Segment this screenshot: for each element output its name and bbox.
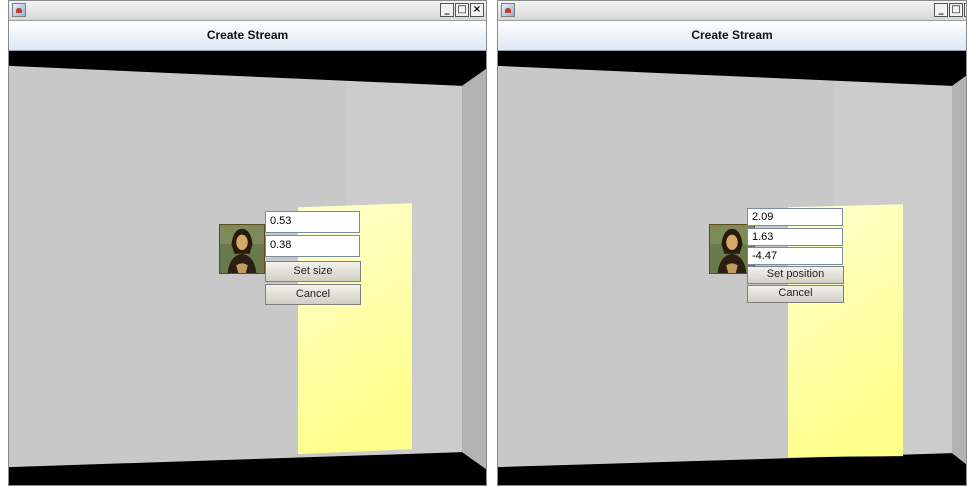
cancel-button[interactable]: Cancel (265, 284, 361, 305)
maximize-button[interactable]: □ (949, 3, 963, 17)
java-cup-icon (12, 3, 26, 17)
cancel-button[interactable]: Cancel (747, 285, 844, 303)
minimize-button[interactable]: _ (440, 3, 454, 17)
window-header-title: Create Stream (498, 21, 966, 51)
maximize-button[interactable]: □ (455, 3, 469, 17)
width-input[interactable]: 0.53 (265, 211, 360, 233)
window-controls: _ □ × (933, 3, 966, 17)
3d-room-view[interactable]: 0.53 0.38 Set size Cancel (9, 51, 486, 485)
java-cup-icon (501, 3, 515, 17)
right-wall (952, 75, 966, 465)
mona-lisa-thumbnail (219, 224, 265, 274)
window-controls: _ □ × (439, 3, 484, 17)
set-size-button[interactable]: Set size (265, 261, 361, 282)
3d-room-view[interactable]: 2.09 1.63 -4.47 Set position Cancel (498, 51, 966, 485)
z-position-input[interactable]: -4.47 (747, 247, 843, 265)
title-bar[interactable]: _ □ × (9, 1, 486, 21)
right-wall (462, 68, 486, 470)
height-input[interactable]: 0.38 (265, 235, 360, 257)
create-stream-window-size: _ □ × Create Stream 0.53 0.38 Set size C… (8, 0, 487, 486)
x-position-input[interactable]: 2.09 (747, 208, 843, 226)
window-header-title: Create Stream (9, 21, 486, 51)
y-position-input[interactable]: 1.63 (747, 228, 843, 246)
set-position-button[interactable]: Set position (747, 266, 844, 284)
minimize-button[interactable]: _ (934, 3, 948, 17)
title-bar[interactable]: _ □ × (498, 1, 966, 21)
create-stream-window-position: _ □ × Create Stream (497, 0, 967, 486)
close-button[interactable]: × (470, 3, 484, 17)
